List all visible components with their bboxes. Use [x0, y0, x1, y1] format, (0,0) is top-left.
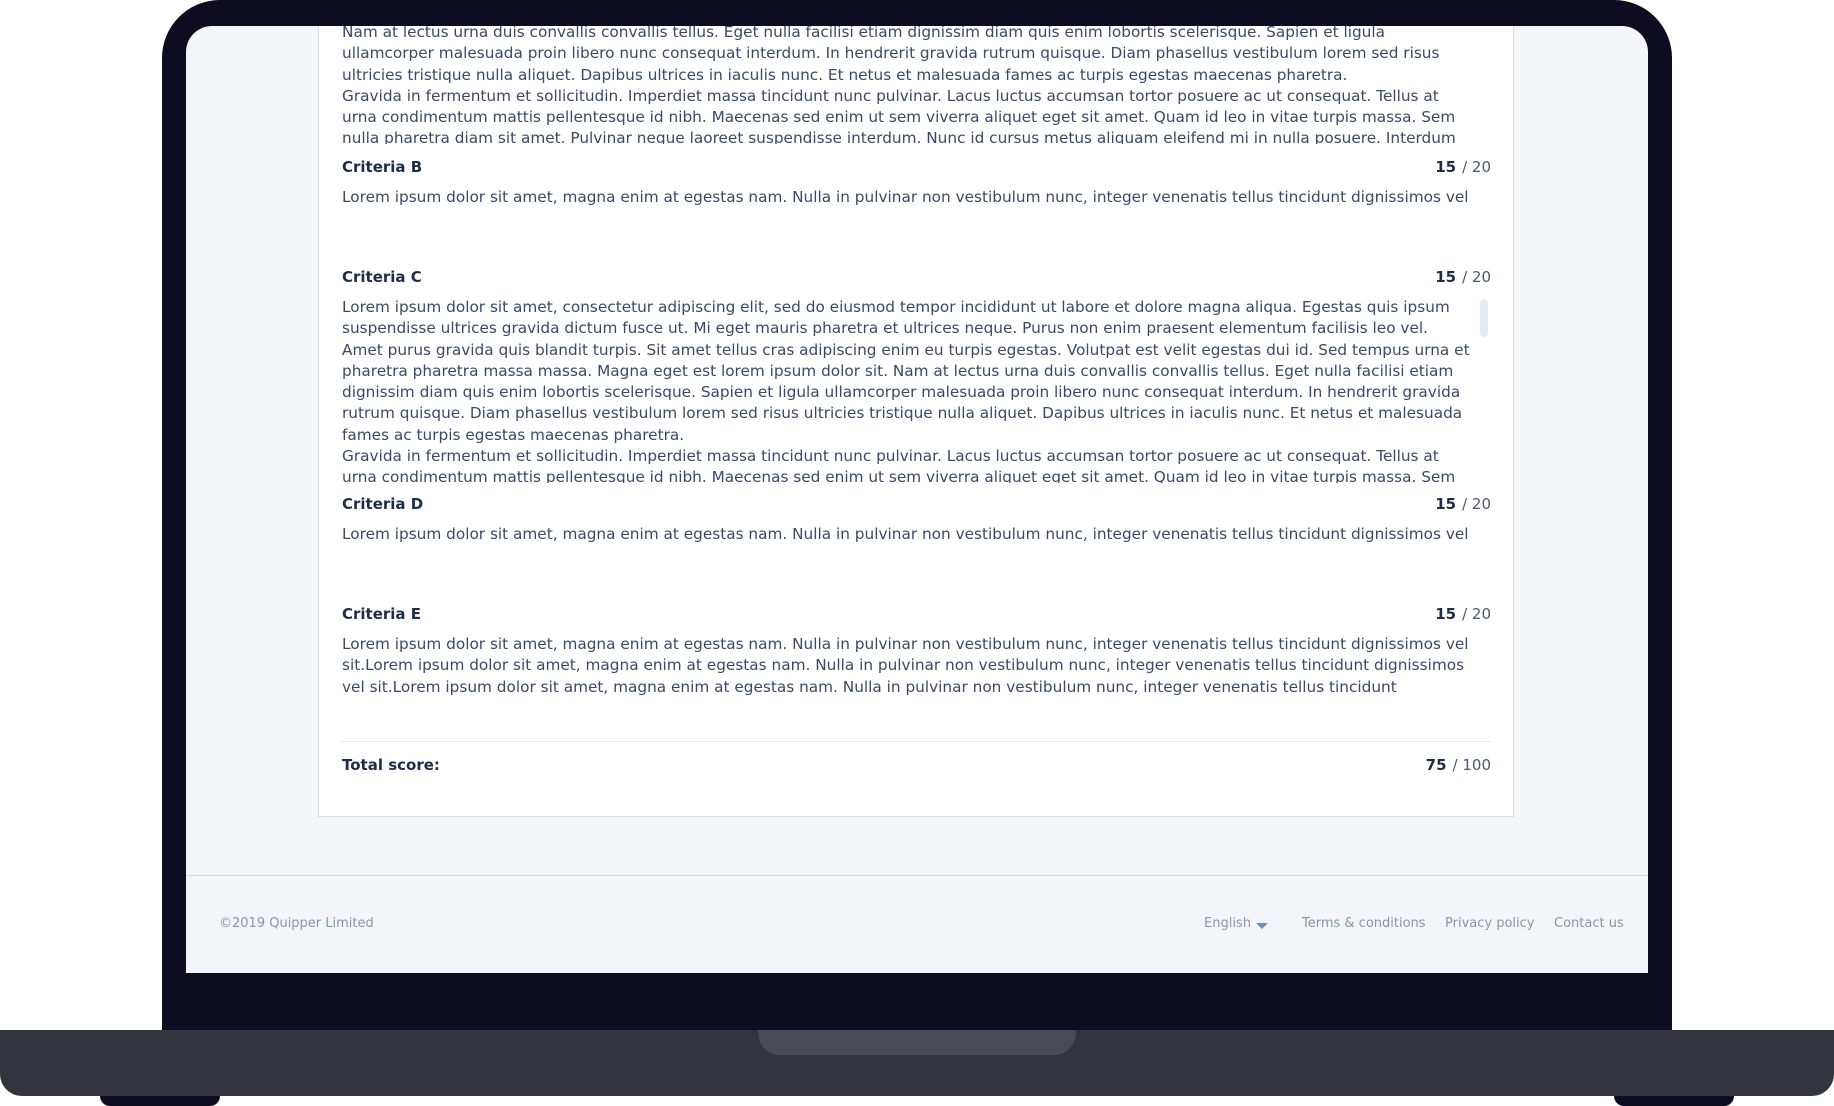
total-score-value: 75 — [1425, 756, 1447, 774]
screen: Nam at lectus urna duis convallis conval… — [186, 26, 1648, 973]
criteria-e-text: Lorem ipsum dolor sit amet, magna enim a… — [342, 634, 1472, 700]
criteria-b-text: Lorem ipsum dolor sit amet, magna enim a… — [342, 187, 1472, 211]
criteria-d-text: Lorem ipsum dolor sit amet, magna enim a… — [342, 524, 1472, 548]
criteria-b-score-max: / 20 — [1462, 158, 1491, 176]
criteria-e-title: Criteria E — [342, 605, 422, 623]
criteria-e-score: 15 / 20 — [1435, 605, 1491, 623]
total-score-label: Total score: — [342, 756, 440, 774]
criteria-b-title: Criteria B — [342, 158, 423, 176]
contact-link[interactable]: Contact us — [1554, 916, 1624, 931]
total-score-max: / 100 — [1452, 756, 1491, 774]
criteria-e-paragraph: Lorem ipsum dolor sit amet, magna enim a… — [342, 635, 1469, 700]
criteria-a-paragraph: Gravida in fermentum et sollicitudin. Im… — [342, 86, 1456, 144]
criteria-a-text[interactable]: Nam at lectus urna duis convallis conval… — [342, 26, 1472, 144]
criteria-d-score: 15 / 20 — [1435, 495, 1491, 513]
total-score: 75 / 100 — [1426, 756, 1491, 774]
chevron-down-icon[interactable] — [1256, 923, 1268, 929]
language-selector[interactable]: English — [1204, 916, 1251, 931]
copyright-text: ©2019 Quipper Limited — [219, 916, 374, 931]
criteria-c-paragraph: Lorem ipsum dolor sit amet, consectetur … — [342, 298, 1470, 444]
total-divider — [342, 741, 1491, 742]
criteria-e-score-value: 15 — [1435, 605, 1457, 623]
criteria-c-title: Criteria C — [342, 268, 422, 286]
laptop-notch — [758, 1030, 1076, 1055]
privacy-link[interactable]: Privacy policy — [1445, 916, 1534, 931]
criteria-c-score-value: 15 — [1435, 268, 1457, 286]
criteria-d-paragraph: Lorem ipsum dolor sit amet, magna enim a… — [342, 525, 1469, 548]
criteria-c-text[interactable]: Lorem ipsum dolor sit amet, consectetur … — [342, 297, 1472, 483]
criteria-card: Nam at lectus urna duis convallis conval… — [318, 26, 1514, 817]
criteria-c-scrollbar[interactable] — [1480, 299, 1488, 337]
criteria-c-score-max: / 20 — [1462, 268, 1491, 286]
page-footer: ©2019 Quipper Limited English Terms & co… — [186, 875, 1648, 973]
criteria-b-paragraph: Lorem ipsum dolor sit amet, magna enim a… — [342, 188, 1469, 211]
criteria-b-score: 15 / 20 — [1435, 158, 1491, 176]
criteria-c-paragraph: Gravida in fermentum et sollicitudin. Im… — [342, 447, 1456, 483]
criteria-d-score-value: 15 — [1435, 495, 1457, 513]
criteria-a-paragraph: Nam at lectus urna duis convallis conval… — [342, 26, 1440, 84]
laptop-foot-right — [1614, 1096, 1734, 1106]
terms-link[interactable]: Terms & conditions — [1302, 916, 1426, 931]
laptop-mockup: Nam at lectus urna duis convallis conval… — [0, 0, 1834, 1106]
criteria-d-title: Criteria D — [342, 495, 424, 513]
criteria-c-score: 15 / 20 — [1435, 268, 1491, 286]
criteria-b-score-value: 15 — [1435, 158, 1457, 176]
criteria-e-score-max: / 20 — [1462, 605, 1491, 623]
criteria-d-score-max: / 20 — [1462, 495, 1491, 513]
laptop-foot-left — [100, 1096, 220, 1106]
